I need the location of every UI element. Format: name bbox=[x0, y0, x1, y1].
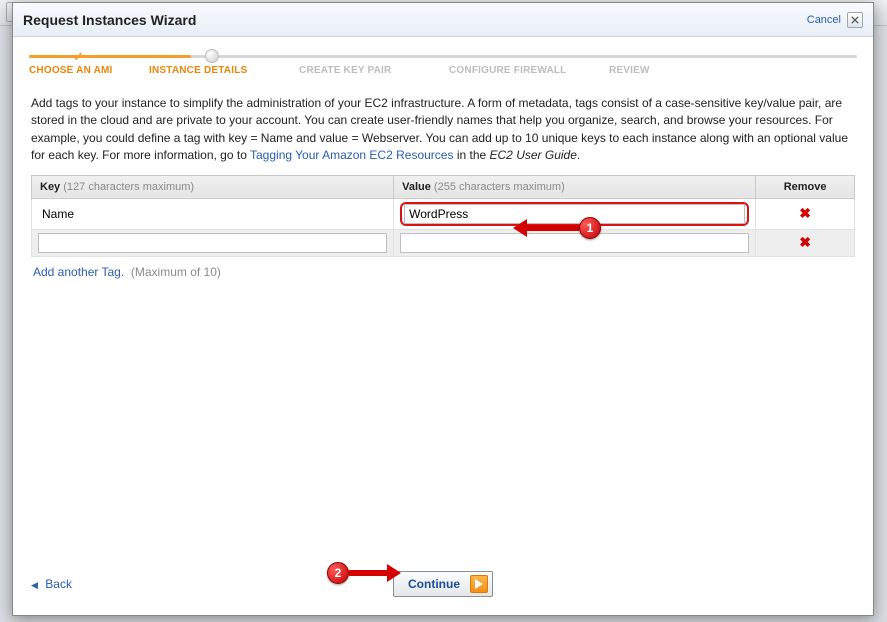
step-review: REVIEW bbox=[609, 65, 857, 76]
close-icon bbox=[851, 16, 859, 24]
step-dot-done: ✔ bbox=[73, 50, 87, 64]
step-configure-firewall: CONFIGURE FIREWALL bbox=[449, 65, 609, 76]
tag-key-input-empty[interactable] bbox=[38, 233, 387, 253]
step-create-key-pair: CREATE KEY PAIR bbox=[299, 65, 449, 76]
modal-title: Request Instances Wizard bbox=[23, 12, 196, 28]
step-dot-active bbox=[205, 49, 219, 63]
modal-titlebar: Request Instances Wizard Cancel bbox=[13, 3, 873, 37]
check-icon: ✔ bbox=[73, 49, 84, 64]
guide-name: EC2 User Guide bbox=[490, 148, 577, 162]
wizard-modal: Request Instances Wizard Cancel ✔ CHOOSE… bbox=[12, 2, 874, 616]
intro-text: Add tags to your instance to simplify th… bbox=[31, 95, 855, 165]
intro-part2: in the bbox=[457, 148, 490, 162]
tagging-docs-link[interactable]: Tagging Your Amazon EC2 Resources bbox=[250, 148, 453, 162]
wizard-footer: ◀ Back Continue bbox=[13, 563, 873, 615]
tags-table: Key (127 characters maximum) Value (255 … bbox=[31, 175, 855, 257]
add-tag-hint: (Maximum of 10) bbox=[131, 265, 221, 279]
cancel-link[interactable]: Cancel bbox=[807, 14, 841, 26]
continue-label: Continue bbox=[408, 577, 460, 591]
col-value: Value (255 characters maximum) bbox=[394, 175, 756, 198]
intro-part3: . bbox=[577, 148, 580, 162]
arrow-right-icon bbox=[470, 575, 488, 593]
col-key: Key (127 characters maximum) bbox=[32, 175, 394, 198]
remove-tag-button[interactable]: ✖ bbox=[799, 234, 811, 251]
col-key-label: Key bbox=[40, 181, 60, 193]
back-button[interactable]: ◀ Back bbox=[31, 577, 72, 591]
col-value-hint: (255 characters maximum) bbox=[434, 181, 565, 193]
tag-value-input-empty[interactable] bbox=[400, 233, 749, 253]
tag-key-value[interactable]: Name bbox=[38, 204, 387, 224]
back-label: Back bbox=[45, 577, 72, 591]
step-instance-details: INSTANCE DETAILS bbox=[149, 65, 299, 76]
close-button[interactable] bbox=[847, 12, 863, 28]
step-choose-ami: CHOOSE AN AMI bbox=[29, 65, 149, 76]
tag-value-input[interactable] bbox=[404, 204, 745, 224]
step-track-done bbox=[29, 55, 191, 58]
value-highlight bbox=[400, 202, 749, 226]
continue-button[interactable]: Continue bbox=[393, 571, 493, 597]
col-key-hint: (127 characters maximum) bbox=[63, 181, 194, 193]
table-row: Name ✖ bbox=[32, 198, 855, 229]
wizard-content: Add tags to your instance to simplify th… bbox=[13, 91, 873, 563]
triangle-left-icon: ◀ bbox=[31, 580, 38, 590]
remove-tag-button[interactable]: ✖ bbox=[799, 205, 811, 222]
add-tag-row: Add another Tag. (Maximum of 10) bbox=[33, 265, 853, 279]
col-remove: Remove bbox=[756, 175, 855, 198]
table-row-empty: ✖ bbox=[32, 229, 855, 256]
col-value-label: Value bbox=[402, 181, 431, 193]
wizard-steps: ✔ CHOOSE AN AMI INSTANCE DETAILS CREATE … bbox=[29, 51, 857, 85]
add-tag-link[interactable]: Add another Tag. bbox=[33, 265, 124, 279]
